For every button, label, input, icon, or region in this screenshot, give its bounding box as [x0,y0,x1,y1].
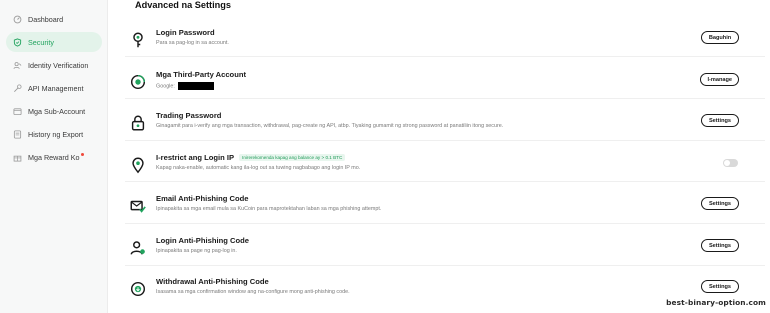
mail-shield-icon [130,200,146,213]
setting-description: Isasama sa mga confirmation window ang n… [156,289,350,295]
setting-title: Withdrawal Anti-Phishing Code [156,277,269,286]
setting-description: Kapag naka-enable, automatic kang ila-lo… [156,165,361,171]
setting-description: Ginagamit para i-verify ang mga transact… [156,123,504,129]
login-anti-phishing-settings-button[interactable]: Settings [701,239,739,252]
setting-row-trading-password: Trading Password Ginagamit para i-verify… [125,107,765,148]
sidebar-item-label: Security [28,37,54,47]
divider [125,265,765,266]
history-icon [13,129,22,139]
section-title: Advanced na Settings [135,0,231,10]
sidebar-item-label: Mga Sub-Account [28,106,86,116]
divider [125,181,765,182]
divider [125,140,765,141]
redacted-email [177,82,214,90]
notification-dot [80,153,84,156]
setting-row-login-password: Login Password Para sa pag-log in sa acc… [125,24,765,65]
sidebar-item-sub-account[interactable]: Mga Sub-Account [6,101,102,121]
dashboard-icon [13,15,22,23]
withdraw-shield-icon [130,281,146,297]
divider [125,56,765,57]
id-verify-icon [13,61,22,69]
setting-title: Trading Password [156,111,222,120]
setting-title: Login Password [156,28,215,37]
sidebar-item-dashboard[interactable]: Dashboard [6,9,102,29]
setting-row-email-anti-phishing: Email Anti-Phishing Code Ipinapakita sa … [125,190,765,231]
main-content: Advanced na Settings Login Password Para… [108,0,770,313]
trading-password-settings-button[interactable]: Settings [701,114,739,127]
setting-row-third-party-account: Mga Third-Party Account Google: I-manage [125,66,765,107]
sub-account-icon [13,107,22,115]
recommendation-badge: Inirerekomenda kapag ang balance ay > 0.… [239,154,346,161]
setting-title: Login Anti-Phishing Code [156,236,249,245]
restrict-ip-toggle[interactable] [723,159,738,167]
setting-row-login-anti-phishing: Login Anti-Phishing Code Ipinapakita sa … [125,232,765,273]
link-account-icon [130,74,146,90]
sidebar-item-identity-verification[interactable]: Identity Verification [6,55,102,75]
sidebar-item-security[interactable]: Security [6,32,102,52]
gift-icon [13,155,22,162]
shield-icon [13,37,22,47]
setting-title: Mga Third-Party Account [156,70,247,79]
email-anti-phishing-settings-button[interactable]: Settings [701,197,739,210]
setting-row-restrict-login-ip: I-restrict ang Login IP Inirerekomenda ka… [125,149,765,190]
manage-accounts-button[interactable]: I-manage [700,73,739,86]
setting-description: Ipinapakita sa mga email mula sa KuCoin … [156,206,382,212]
setting-title: I-restrict ang Login IP Inirerekomenda ka… [156,153,346,162]
lock-icon [131,115,145,131]
sidebar: Dashboard Security Identity Verification… [0,0,108,313]
sidebar-item-label: API Management [28,83,84,93]
user-shield-icon [130,241,145,255]
location-pin-icon [132,157,144,174]
change-password-button[interactable]: Baguhin [701,31,739,44]
key-icon [133,32,143,48]
sidebar-item-label: Mga Reward Ko [28,152,80,162]
withdrawal-anti-phishing-settings-button[interactable]: Settings [701,280,739,293]
divider [125,223,765,224]
sidebar-item-label: History ng Export [28,129,84,139]
sidebar-item-my-rewards[interactable]: Mga Reward Ko [6,147,102,167]
sidebar-item-api-management[interactable]: API Management [6,78,102,98]
sidebar-item-export-history[interactable]: History ng Export [6,124,102,144]
setting-description: Ipinapakita sa page ng pag-log in. [156,248,237,254]
divider [125,98,765,99]
setting-row-withdrawal-anti-phishing: Withdrawal Anti-Phishing Code Isasama sa… [125,273,765,313]
setting-description: Para sa pag-log in sa account. [156,40,229,46]
sidebar-item-label: Identity Verification [28,60,89,70]
api-icon [14,83,22,92]
setting-description: Google: [156,82,214,90]
watermark: best-binary-option.com [666,298,766,307]
setting-title: Email Anti-Phishing Code [156,194,249,203]
sidebar-item-label: Dashboard [28,14,64,24]
